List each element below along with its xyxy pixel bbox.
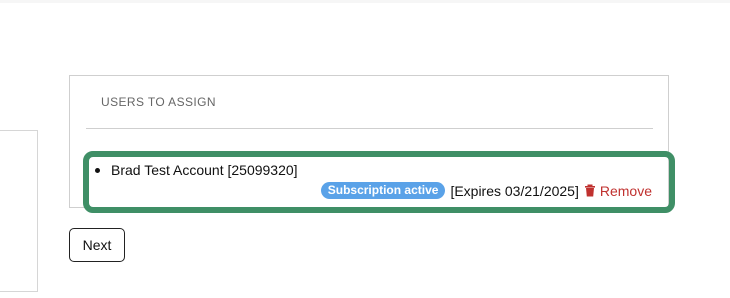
card-divider — [86, 128, 653, 129]
remove-label: Remove — [599, 182, 652, 199]
top-strip — [0, 0, 730, 3]
page: USERS TO ASSIGN Brad Test Account [25099… — [0, 0, 730, 298]
status-badge: Subscription active — [320, 182, 446, 199]
card-title: USERS TO ASSIGN — [101, 95, 216, 109]
remove-button[interactable]: Remove — [584, 183, 652, 199]
next-button[interactable]: Next — [69, 228, 125, 262]
list-item: Brad Test Account [25099320] — [95, 162, 298, 178]
trash-icon — [584, 184, 595, 197]
bullet-icon — [95, 167, 100, 173]
left-panel — [0, 130, 38, 292]
user-meta: Subscription active [Expires 03/21/2025]… — [320, 182, 652, 199]
user-name: Brad Test Account [25099320] — [111, 162, 298, 178]
expiry-text: [Expires 03/21/2025] — [450, 182, 579, 199]
